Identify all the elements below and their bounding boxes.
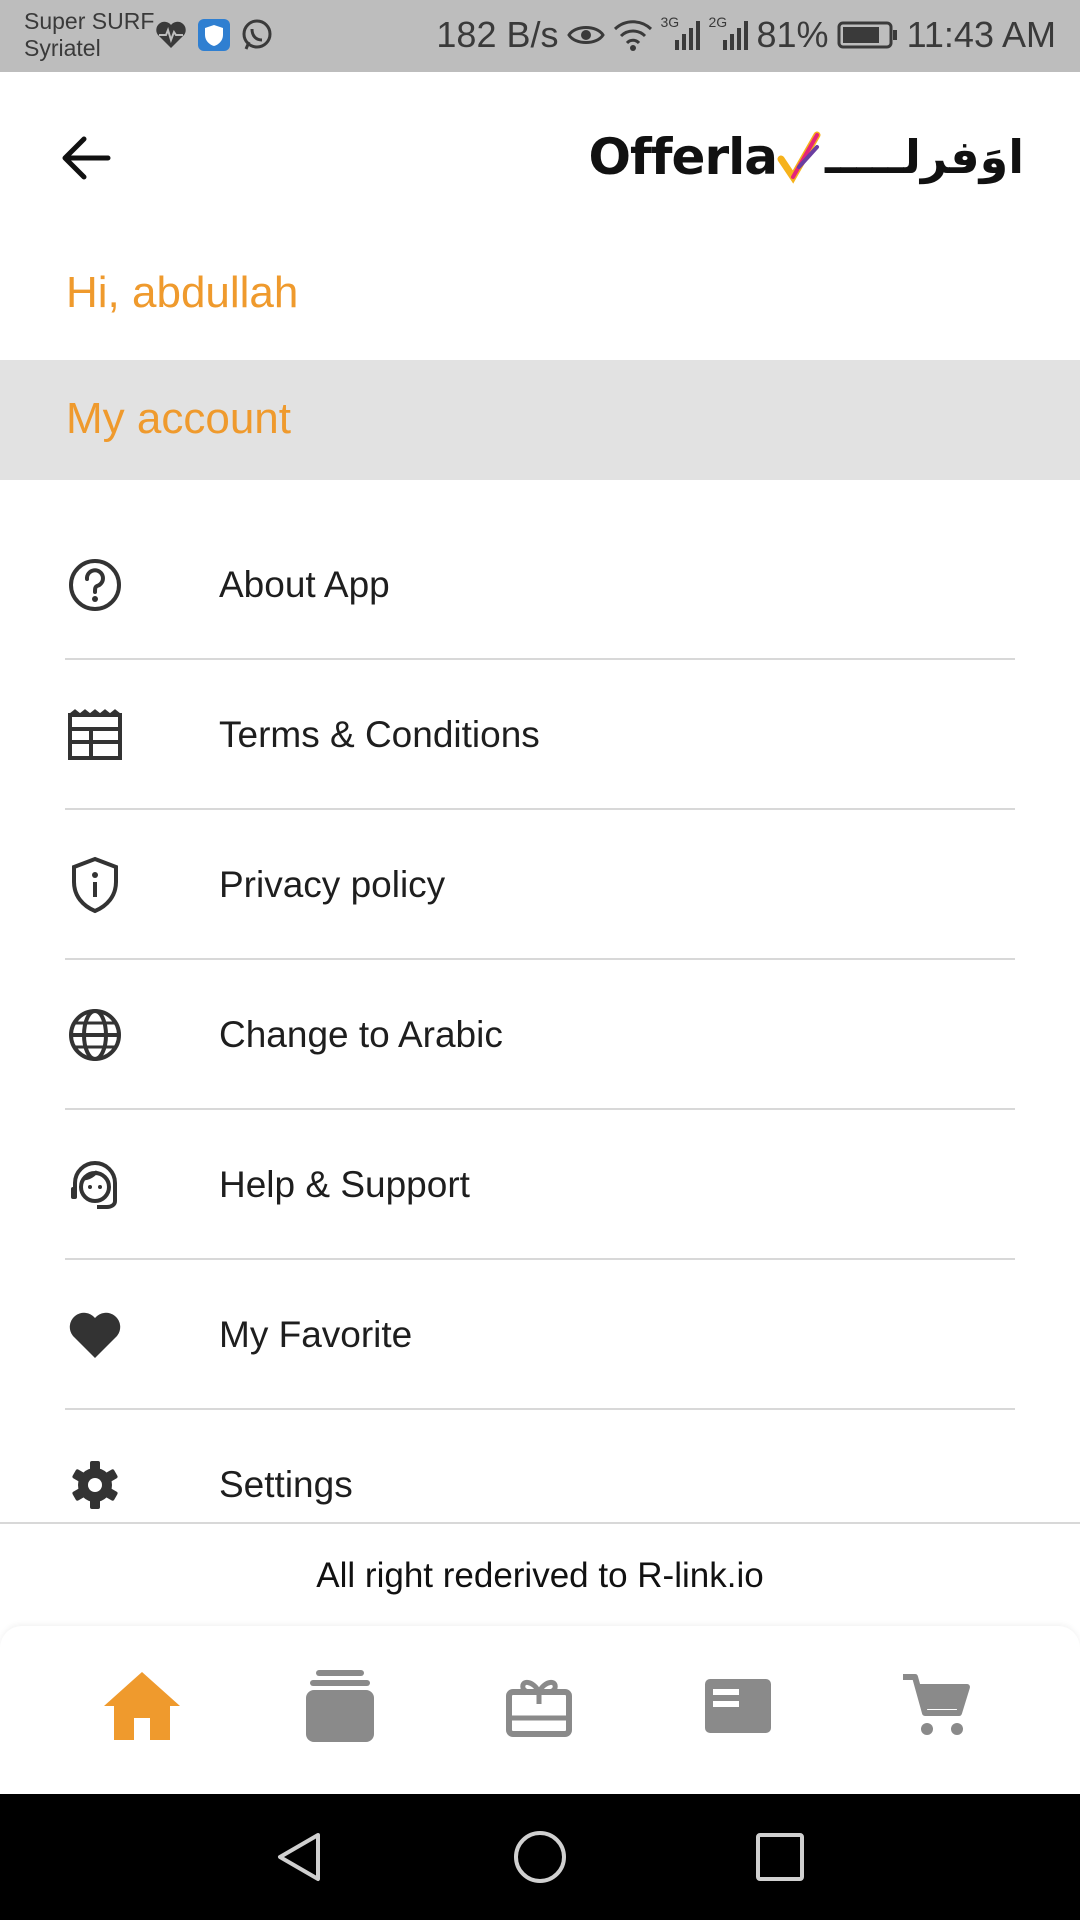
system-recents-button[interactable] xyxy=(745,1822,815,1892)
nav-cards[interactable] xyxy=(688,1656,788,1756)
heartbeat-icon xyxy=(154,20,188,55)
wifi-icon xyxy=(613,19,653,51)
menu-label: Help & Support xyxy=(219,1164,470,1205)
menu-label: My Favorite xyxy=(219,1314,413,1355)
globe-icon xyxy=(65,1005,125,1065)
home-icon xyxy=(104,1672,180,1740)
nav-home[interactable] xyxy=(92,1656,192,1756)
account-menu: About App Terms & Conditions Privacy pol… xyxy=(0,510,1080,1522)
account-section-header: My account xyxy=(0,360,1080,480)
stack-icon xyxy=(306,1670,374,1742)
menu-label: Settings xyxy=(219,1464,353,1505)
bottom-navigation xyxy=(0,1626,1080,1794)
carrier-line1: Super SURF xyxy=(24,8,155,34)
battery-percent: 81% xyxy=(756,14,829,55)
arrow-left-icon xyxy=(62,136,111,180)
offerlak-logo: Offerla اوَفرلـــــ xyxy=(589,122,1024,192)
signal-2g-icon: 2G xyxy=(709,14,749,52)
menu-label: About App xyxy=(219,564,390,605)
section-title: My account xyxy=(66,394,291,443)
shield-info-icon xyxy=(65,855,125,915)
nav-cart[interactable] xyxy=(886,1656,986,1756)
card-icon xyxy=(705,1679,771,1733)
menu-item-help-support[interactable]: Help & Support xyxy=(65,1110,1015,1260)
triangle-back-icon xyxy=(278,1833,320,1881)
copyright-text: All right rederived to R-link.io xyxy=(316,1556,764,1595)
help-circle-icon xyxy=(65,555,125,615)
back-button[interactable] xyxy=(54,126,118,190)
heart-icon xyxy=(65,1305,125,1365)
clock: 11:43 AM xyxy=(906,14,1056,55)
eye-comfort-icon xyxy=(566,20,605,50)
nav-gifts[interactable] xyxy=(489,1656,589,1756)
menu-label: Change to Arabic xyxy=(219,1014,503,1055)
carrier-line2: Syriatel xyxy=(24,35,101,61)
menu-item-privacy[interactable]: Privacy policy xyxy=(65,810,1015,960)
shield-app-icon xyxy=(198,19,230,56)
menu-item-favorite[interactable]: My Favorite xyxy=(65,1260,1015,1410)
nav-offers[interactable] xyxy=(290,1656,390,1756)
menu-label: Terms & Conditions xyxy=(219,714,540,755)
gear-icon xyxy=(65,1455,125,1515)
menu-item-about-app[interactable]: About App xyxy=(65,510,1015,660)
battery-icon xyxy=(837,20,899,50)
circle-home-icon xyxy=(514,1831,566,1883)
app-header: Offerla اوَفرلـــــ xyxy=(0,72,1080,242)
menu-item-settings[interactable]: Settings xyxy=(65,1410,1015,1522)
user-greeting: Hi, abdullah xyxy=(66,268,299,317)
system-navigation-bar xyxy=(0,1794,1080,1920)
system-back-button[interactable] xyxy=(265,1822,335,1892)
logo-arabic: اوَفرلـــــ xyxy=(825,130,1024,184)
net-speed: 182 B/s xyxy=(436,14,559,55)
whatsapp-icon xyxy=(240,18,274,57)
headset-icon xyxy=(65,1155,125,1215)
logo-checkmark-icon xyxy=(777,131,821,184)
menu-item-change-language[interactable]: Change to Arabic xyxy=(65,960,1015,1110)
document-terms-icon xyxy=(65,705,125,765)
menu-label: Privacy policy xyxy=(219,864,446,905)
status-bar: Super SURF Syriatel 182 B/s 3G 2G 81% 11… xyxy=(0,0,1080,72)
cart-icon xyxy=(903,1674,970,1735)
net-type-2: 2G xyxy=(708,14,728,30)
system-home-button[interactable] xyxy=(505,1822,575,1892)
footer-divider xyxy=(0,1522,1080,1524)
gift-card-icon xyxy=(506,1680,572,1737)
net-type-1: 3G xyxy=(660,14,680,30)
square-recents-icon xyxy=(756,1833,804,1881)
signal-3g-icon: 3G xyxy=(661,14,701,52)
menu-item-terms[interactable]: Terms & Conditions xyxy=(65,660,1015,810)
carrier-info: Super SURF Syriatel xyxy=(24,8,154,62)
logo-english: Offerla xyxy=(588,128,778,186)
